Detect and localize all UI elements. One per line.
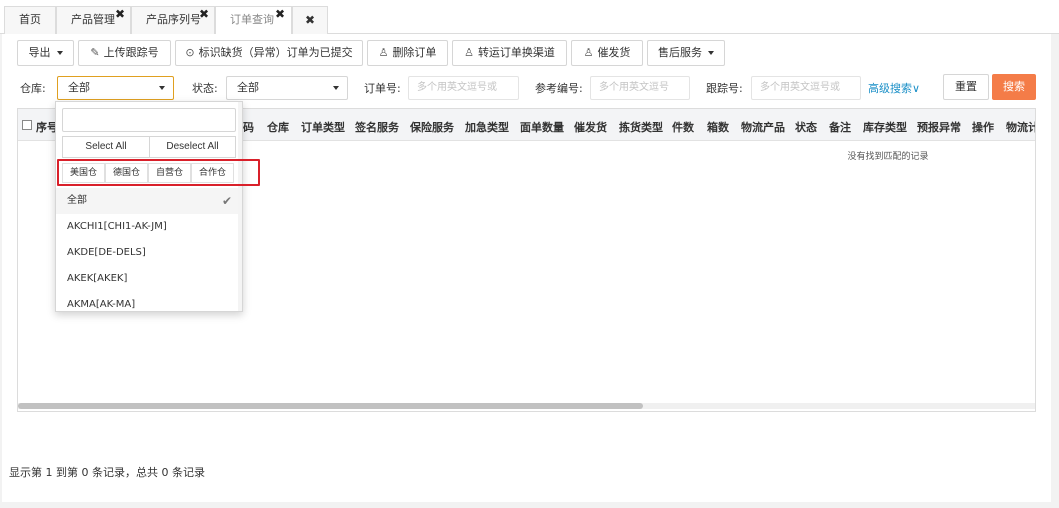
ref-no-placeholder: 多个用英文逗号 <box>599 82 669 93</box>
highlight-annotation <box>57 159 260 186</box>
order-no-input[interactable]: 多个用英文逗号或 <box>408 76 519 100</box>
tab-home[interactable]: 首页 <box>4 6 56 34</box>
edit-icon: ✎ <box>90 46 100 59</box>
urge-shipment-button[interactable]: ♙ 催发货 <box>571 40 643 66</box>
tracking-input[interactable]: 多个用英文逗号或 <box>751 76 861 100</box>
tab-product-serial[interactable]: 产品序列号 ✖ <box>131 6 215 34</box>
advanced-search-link[interactable]: 高级搜索∨ <box>868 80 920 96</box>
button-label: 上传跟踪号 <box>103 46 159 59</box>
dropdown-option[interactable]: 全部 ✔ <box>56 188 242 214</box>
pagination-info: 显示第 1 到第 0 条记录，总共 0 条记录 <box>9 466 205 479</box>
tab-label: 产品序列号 <box>146 13 201 26</box>
dropdown-option[interactable]: AKDE[DE-DELS] <box>56 240 242 266</box>
button-label: 售后服务 <box>658 46 702 59</box>
tab-label: 产品管理 <box>71 13 115 26</box>
option-label: AKDE[DE-DELS] <box>67 247 146 258</box>
column-header[interactable]: 签名服务 <box>355 119 399 135</box>
deselect-all-button[interactable]: Deselect All <box>149 136 236 158</box>
column-header[interactable]: 件数 <box>672 119 694 135</box>
chevron-down-icon <box>333 86 339 90</box>
tab-bar: 首页 产品管理 ✖ 产品序列号 ✖ 订单查询 ✖ ✖ <box>0 0 1059 35</box>
search-button[interactable]: 搜索 <box>992 74 1036 100</box>
button-label: 标识缺货（异常）订单为已提交 <box>198 46 353 59</box>
column-header[interactable]: 预报异常 <box>917 119 961 135</box>
tracking-label: 跟踪号: <box>706 82 743 95</box>
column-header[interactable]: 催发货 <box>574 119 607 135</box>
dropdown-scrollbar[interactable] <box>238 102 242 311</box>
scrollbar-thumb[interactable] <box>18 403 643 409</box>
chevron-down-icon <box>159 86 165 90</box>
close-icon[interactable]: ✖ <box>275 1 285 27</box>
warehouse-label: 仓库: <box>20 82 46 95</box>
upload-tracking-button[interactable]: ✎ 上传跟踪号 <box>78 40 171 66</box>
warehouse-select[interactable]: 全部 <box>57 76 174 100</box>
dropdown-option[interactable]: AKCHI1[CHI1-AK-JM] <box>56 214 242 240</box>
button-label: 删除订单 <box>392 46 437 59</box>
warehouse-value: 全部 <box>68 81 90 94</box>
user-icon: ♙ <box>583 46 594 59</box>
button-label: 转运订单换渠道 <box>477 46 555 59</box>
user-icon: ♙ <box>464 46 474 59</box>
option-label: 全部 <box>67 195 87 206</box>
close-icon: ✖ <box>304 13 316 27</box>
column-header[interactable]: 操作 <box>972 119 994 135</box>
tab-label: 订单查询 <box>230 13 274 26</box>
column-header[interactable]: 状态 <box>795 119 817 135</box>
select-all-checkbox[interactable] <box>22 120 32 130</box>
column-header[interactable]: 拣货类型 <box>619 119 663 135</box>
option-label: AKCHI1[CHI1-AK-JM] <box>67 221 167 232</box>
ref-no-input[interactable]: 多个用英文逗号 <box>590 76 690 100</box>
after-sales-button[interactable]: 售后服务 <box>647 40 725 66</box>
horizontal-scrollbar[interactable] <box>18 403 1035 409</box>
column-header[interactable]: 码 <box>243 119 254 135</box>
check-circle-icon: ⊙ <box>185 46 195 59</box>
button-label: 催发货 <box>597 46 631 59</box>
tracking-placeholder: 多个用英文逗号或 <box>760 82 840 93</box>
order-no-label: 订单号: <box>364 82 401 95</box>
order-no-placeholder: 多个用英文逗号或 <box>417 82 497 93</box>
tab-label: 首页 <box>19 13 41 26</box>
option-label: AKEK[AKEK] <box>67 273 128 284</box>
warehouse-dropdown: Select All Deselect All 美国仓 德国仓 自营仓 合作仓 … <box>55 101 243 312</box>
delete-order-button[interactable]: ♙ 删除订单 <box>367 40 448 66</box>
close-icon[interactable]: ✖ <box>199 1 209 27</box>
mark-shortage-button[interactable]: ⊙ 标识缺货（异常）订单为已提交 <box>175 40 363 66</box>
column-header[interactable]: 箱数 <box>707 119 729 135</box>
dropdown-option[interactable]: AKMA[AK-MA] <box>56 292 242 311</box>
column-header[interactable]: 订单类型 <box>301 119 345 135</box>
export-button[interactable]: 导出 <box>17 40 74 66</box>
select-all-button[interactable]: Select All <box>62 136 150 158</box>
status-value: 全部 <box>237 81 259 94</box>
user-icon: ♙ <box>378 46 389 59</box>
column-header[interactable]: 物流计 <box>1006 119 1035 135</box>
button-label: 导出 <box>28 46 51 59</box>
chevron-down-icon <box>56 51 63 55</box>
reset-button[interactable]: 重置 <box>943 74 989 100</box>
dropdown-search-input[interactable] <box>62 108 236 132</box>
chevron-down-icon <box>708 51 714 55</box>
column-header[interactable]: 库存类型 <box>863 119 907 135</box>
tab-product-management[interactable]: 产品管理 ✖ <box>56 6 131 34</box>
dropdown-actions: Select All Deselect All <box>62 136 236 158</box>
status-label: 状态: <box>192 82 218 95</box>
option-label: AKMA[AK-MA] <box>67 299 136 310</box>
check-icon: ✔ <box>221 194 232 208</box>
close-icon[interactable]: ✖ <box>115 1 125 27</box>
transfer-channel-button[interactable]: ♙ 转运订单换渠道 <box>452 40 567 66</box>
column-header[interactable]: 保险服务 <box>410 119 454 135</box>
column-header[interactable]: 仓库 <box>267 119 289 135</box>
tab-order-query[interactable]: 订单查询 ✖ <box>215 6 292 35</box>
column-header[interactable]: 备注 <box>829 119 851 135</box>
close-all-tabs-button[interactable]: ✖ <box>292 6 328 34</box>
column-header[interactable]: 面单数量 <box>520 119 564 135</box>
dropdown-option[interactable]: AKEK[AKEK] <box>56 266 242 292</box>
column-header[interactable]: 加急类型 <box>465 119 509 135</box>
column-header[interactable]: 物流产品 <box>741 119 785 135</box>
status-select[interactable]: 全部 <box>226 76 348 100</box>
ref-no-label: 参考编号: <box>535 82 583 95</box>
